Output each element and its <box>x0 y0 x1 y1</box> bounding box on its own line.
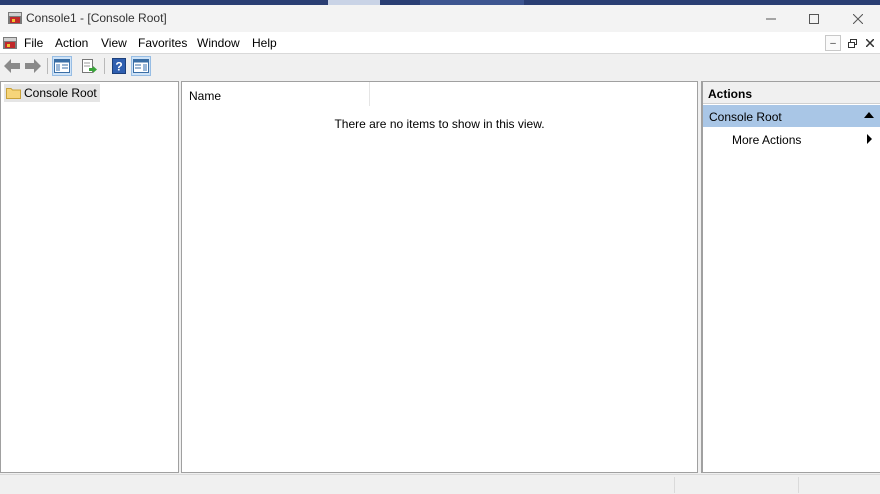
menu-window[interactable]: Window <box>197 36 240 50</box>
menu-action[interactable]: Action <box>55 36 88 50</box>
menu-file[interactable]: File <box>24 36 43 50</box>
close-icon <box>866 39 874 47</box>
window-title: Console1 - [Console Root] <box>26 11 167 25</box>
empty-list-message: There are no items to show in this view. <box>334 117 545 131</box>
collapse-triangle-icon[interactable] <box>864 112 874 118</box>
actions-pane-title: Actions <box>703 82 880 104</box>
show-hide-action-pane-button[interactable] <box>131 56 151 76</box>
help-button[interactable]: ? <box>109 56 129 76</box>
toolbar-separator <box>104 58 105 74</box>
status-separator <box>674 477 675 493</box>
help-icon: ? <box>112 58 126 74</box>
action-more-actions[interactable]: More Actions <box>732 133 801 147</box>
toolbar-separator <box>47 58 48 74</box>
console-system-menu-icon[interactable] <box>2 35 18 51</box>
toolbar: ? <box>0 54 880 78</box>
tree-item-label: Console Root <box>24 86 97 100</box>
mdi-close-button[interactable] <box>862 35 878 51</box>
show-hide-console-tree-button[interactable] <box>52 56 72 76</box>
show-hide-action-pane-icon <box>133 59 149 73</box>
close-icon <box>853 13 863 24</box>
forward-arrow-icon <box>25 59 41 73</box>
actions-section-console-root[interactable]: Console Root <box>703 105 880 127</box>
menu-bar: File Action View Favorites Window Help – <box>0 32 880 54</box>
back-button[interactable] <box>2 56 22 76</box>
menu-favorites[interactable]: Favorites <box>138 36 187 50</box>
maximize-button[interactable] <box>792 5 836 32</box>
mdi-restore-button[interactable] <box>844 35 860 51</box>
export-list-button[interactable] <box>79 56 99 76</box>
status-bar <box>0 474 880 494</box>
actions-pane: Actions Console Root More Actions <box>701 81 880 473</box>
menu-help[interactable]: Help <box>252 36 277 50</box>
status-separator <box>798 477 799 493</box>
tree-item-console-root[interactable]: Console Root <box>4 84 100 102</box>
column-header-name[interactable]: Name <box>182 82 370 106</box>
back-arrow-icon <box>4 59 20 73</box>
console-tree-pane[interactable]: Console Root <box>0 81 179 473</box>
svg-text:?: ? <box>115 60 122 74</box>
minimize-button[interactable] <box>749 5 793 32</box>
export-list-icon <box>82 59 97 73</box>
forward-button[interactable] <box>23 56 43 76</box>
submenu-arrow-icon[interactable] <box>867 134 872 144</box>
actions-section-label: Console Root <box>709 110 782 124</box>
restore-icon <box>847 38 857 48</box>
close-button[interactable] <box>836 5 880 32</box>
folder-icon <box>6 88 21 99</box>
menu-view[interactable]: View <box>101 36 127 50</box>
title-bar[interactable]: Console1 - [Console Root] <box>0 5 880 32</box>
minimize-icon <box>766 18 776 19</box>
maximize-icon <box>809 13 819 24</box>
mmc-app-icon <box>8 12 22 24</box>
show-hide-console-tree-icon <box>54 59 70 73</box>
minimize-icon: – <box>830 37 836 49</box>
results-pane[interactable]: Name There are no items to show in this … <box>181 81 698 473</box>
mdi-minimize-button[interactable]: – <box>825 35 841 51</box>
